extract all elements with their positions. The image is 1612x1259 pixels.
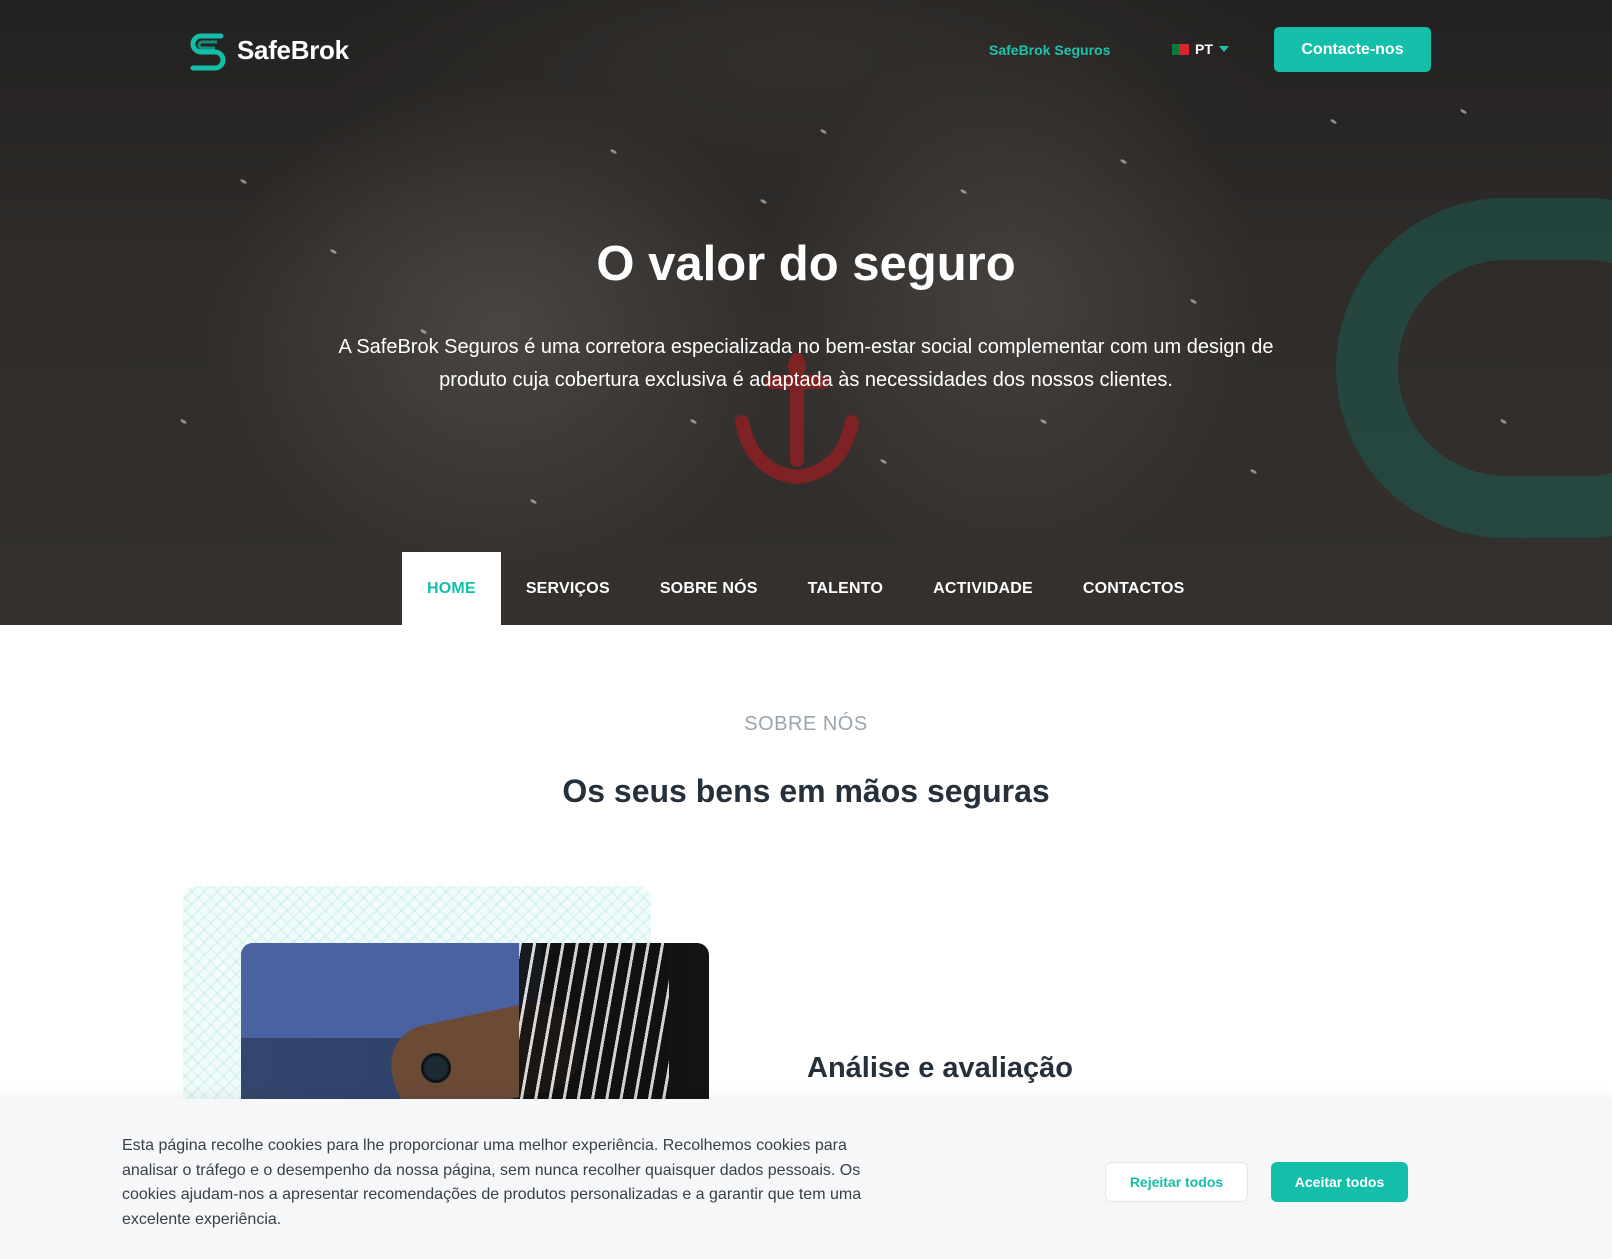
chevron-down-icon bbox=[1218, 46, 1229, 52]
logo[interactable]: SafeBrok bbox=[187, 28, 349, 72]
language-selector[interactable]: PT bbox=[1172, 41, 1229, 57]
accept-all-button[interactable]: Aceitar todos bbox=[1271, 1162, 1408, 1202]
safebrok-seguros-link[interactable]: SafeBrok Seguros bbox=[989, 42, 1110, 58]
feature-title: Análise e avaliação bbox=[807, 1052, 1073, 1084]
language-label: PT bbox=[1195, 41, 1213, 57]
section-kicker: SOBRE NÓS bbox=[744, 713, 868, 735]
safebrok-logo-icon bbox=[190, 33, 226, 71]
section-title: Os seus bens em mãos seguras bbox=[562, 773, 1050, 809]
nav-item-talento[interactable]: TALENTO bbox=[783, 552, 908, 625]
reject-all-button[interactable]: Rejeitar todos bbox=[1105, 1162, 1248, 1202]
cookie-text: Esta página recolhe cookies para lhe pro… bbox=[122, 1137, 862, 1228]
hero-title: O valor do seguro bbox=[596, 237, 1016, 291]
photo-watch bbox=[421, 1053, 451, 1083]
hero-subtitle: A SafeBrok Seguros é uma corretora espec… bbox=[338, 336, 1274, 391]
nav-item-home[interactable]: HOME bbox=[402, 552, 501, 625]
portugal-flag-icon bbox=[1172, 43, 1189, 55]
hero-overlay bbox=[0, 0, 1612, 625]
logo-text: SafeBrok bbox=[237, 34, 349, 65]
hero-section: SafeBrok SafeBrok Seguros PT Contacte-no… bbox=[0, 0, 1612, 625]
nav-item-actividade[interactable]: ACTIVIDADE bbox=[908, 552, 1058, 625]
nav-item-sobre-nos[interactable]: SOBRE NÓS bbox=[635, 552, 783, 625]
nav-item-contactos[interactable]: CONTACTOS bbox=[1058, 552, 1210, 625]
nav-item-servicos[interactable]: SERVIÇOS bbox=[501, 552, 635, 625]
main-nav: HOME SERVIÇOS SOBRE NÓS TALENTO ACTIVIDA… bbox=[402, 552, 1210, 625]
contact-button[interactable]: Contacte-nos bbox=[1274, 27, 1431, 72]
